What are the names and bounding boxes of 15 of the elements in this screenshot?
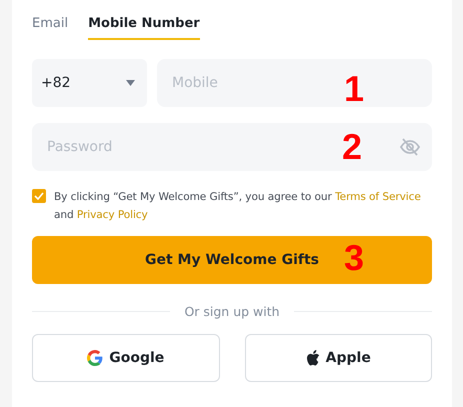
checkbox[interactable]	[32, 189, 46, 203]
google-logo-icon	[87, 350, 104, 366]
annotation-number: 2	[342, 129, 362, 165]
eye-slash-icon[interactable]	[400, 138, 420, 156]
tab[interactable]: Mobile Number	[88, 14, 200, 40]
country-code-select[interactable]: +82	[32, 59, 147, 107]
agreement-text: By clicking “Get My Welcome Gifts”, you agree to our Terms of Service and Privacy Policy	[54, 190, 422, 223]
apple-logo-icon	[306, 350, 320, 366]
annotation-number: 1	[344, 71, 364, 107]
annotation-number: 3	[344, 240, 364, 276]
divider-text: Or sign up with	[184, 304, 280, 319]
apple-button[interactable]: Apple	[244, 334, 432, 382]
google-button[interactable]: Google	[32, 334, 220, 382]
caret-icon	[126, 80, 135, 86]
tab[interactable]: Email	[32, 14, 68, 40]
